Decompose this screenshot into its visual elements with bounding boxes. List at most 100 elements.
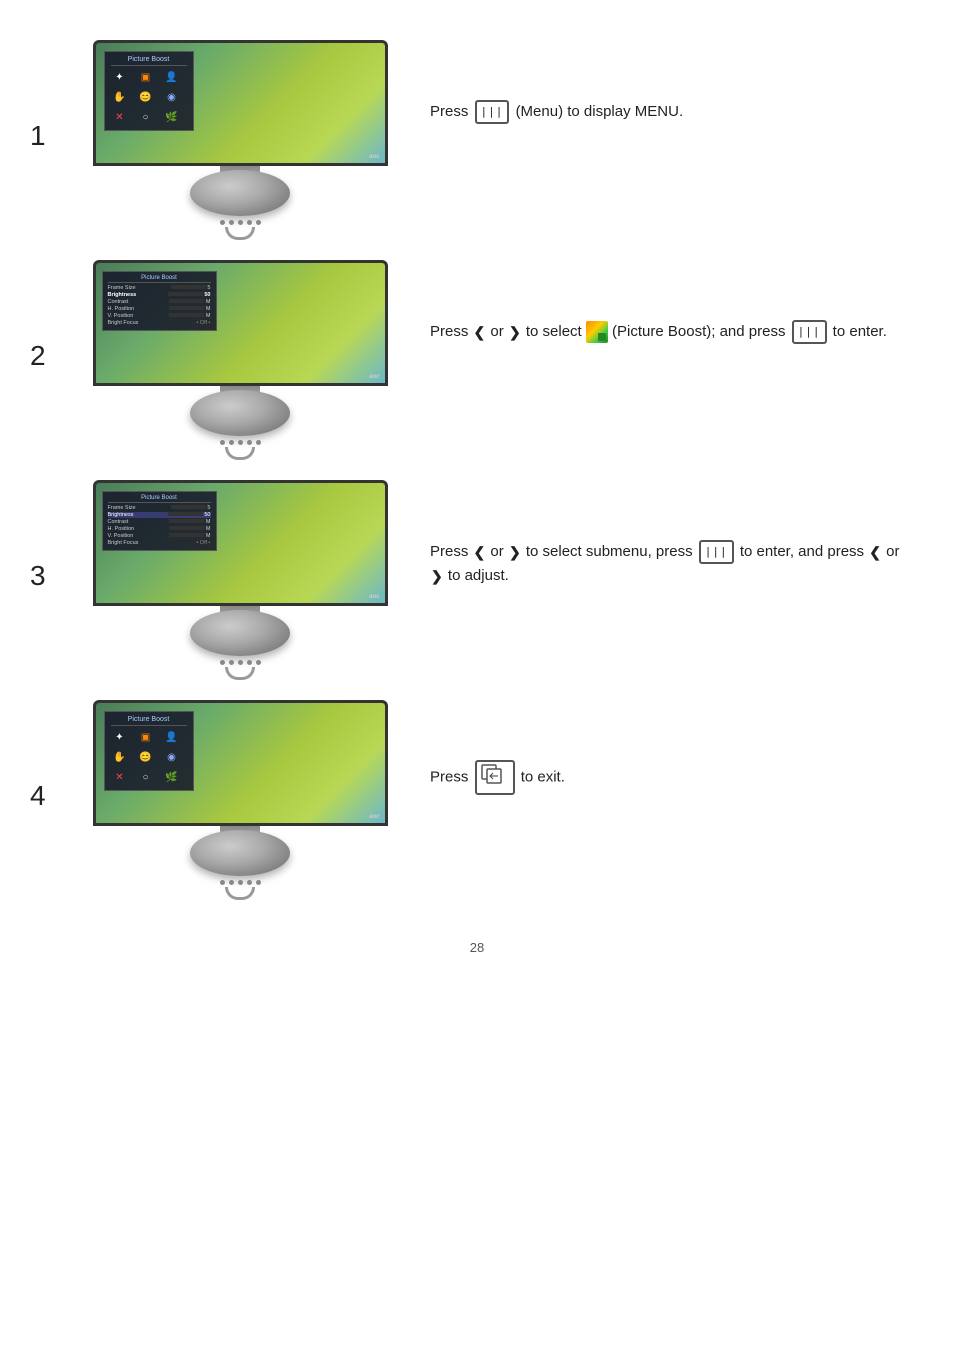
osd-item-hpos-3: H. Position M: [108, 526, 211, 532]
stand-circle-4: [190, 830, 290, 876]
stand-base-2: [180, 400, 300, 460]
osd-icon-face2: ◉: [163, 88, 181, 106]
osd-item-bright-focus: Bright Focus • Off •: [108, 320, 211, 326]
osd-item-brightness-sel: Brightness 50: [108, 512, 211, 518]
inst-picture-boost-2: (Picture Boost); and press: [612, 323, 790, 340]
osd-list-title-2: Picture Boost: [108, 275, 211, 283]
picture-boost-icon: [586, 321, 608, 343]
steps-container: 1 Picture Boost ✦ ▣ 👤: [30, 40, 924, 920]
osd-icon-grid-4: ✦ ▣ 👤 ✋ 😊 ◉ ✕ ○ 🌿: [111, 728, 187, 786]
monitor-screen-3: Picture Boost Frame Size 5 Brightness 50: [96, 483, 385, 603]
chevron-right-icon-3a[interactable]: ❯: [509, 541, 521, 563]
monitor-frame-2: Picture Boost Frame Size 5 Brightness 50: [93, 260, 388, 386]
stand-dot: [247, 220, 252, 225]
aoc-label-2: aoc: [369, 374, 379, 380]
inst-menu-text-1: (Menu) to display MENU.: [516, 103, 684, 120]
osd-icon-hand-4: ✋: [111, 748, 129, 766]
stand-dot: [229, 660, 234, 665]
osd-icon-blue-4: 👤: [163, 728, 181, 746]
monitor-area-2: Picture Boost Frame Size 5 Brightness 50: [80, 260, 400, 460]
osd-title-1: Picture Boost: [111, 56, 187, 66]
monitor-frame-1: Picture Boost ✦ ▣ 👤 ✋ 😊 ◉ ✕ ○: [93, 40, 388, 166]
stand-dots-1: [220, 220, 261, 225]
monitor-4: Picture Boost ✦ ▣ 👤 ✋ 😊 ◉ ✕ ○: [90, 700, 390, 900]
aoc-label-3: aoc: [369, 594, 379, 600]
step-number-3: 3: [30, 480, 80, 592]
osd-title-4: Picture Boost: [111, 716, 187, 726]
chevron-left-icon-3a[interactable]: ❮: [474, 541, 486, 563]
osd-item-vpos: V. Position M: [108, 313, 211, 319]
menu-button-icon-3[interactable]: |||: [699, 540, 734, 564]
stand-circle-3: [190, 610, 290, 656]
menu-button-icon-2[interactable]: |||: [792, 320, 827, 344]
step-row-2: 2 Picture Boost Frame Size 5: [30, 260, 924, 460]
step-number-1: 1: [30, 40, 80, 152]
inst-press-4: Press: [430, 768, 473, 785]
stand-dot: [220, 660, 225, 665]
monitor-screen-4: Picture Boost ✦ ▣ 👤 ✋ 😊 ◉ ✕ ○: [96, 703, 385, 823]
stand-dot: [220, 880, 225, 885]
monitor-frame-4: Picture Boost ✦ ▣ 👤 ✋ 😊 ◉ ✕ ○: [93, 700, 388, 826]
instruction-area-3: Press ❮ or ❯ to select submenu, press ||…: [400, 480, 924, 588]
exit-button-icon[interactable]: [475, 760, 515, 795]
osd-icon-circle: ○: [137, 108, 155, 126]
page-number: 28: [30, 940, 924, 955]
osd-icon-face2-4: ◉: [163, 748, 181, 766]
monitor-area-1: Picture Boost ✦ ▣ 👤 ✋ 😊 ◉ ✕ ○: [80, 40, 400, 240]
osd-item-frame-size: Frame Size 5: [108, 285, 211, 291]
osd-icon-blue: 👤: [163, 68, 181, 86]
step-row-3: 3 Picture Boost Frame Size 5: [30, 480, 924, 680]
osd-icon-x-4: ✕: [111, 768, 129, 786]
osd-item-bright-focus-3: Bright Focus • Off •: [108, 540, 211, 546]
instruction-area-4: Press to exit.: [400, 700, 924, 795]
monitor-area-4: Picture Boost ✦ ▣ 👤 ✋ 😊 ◉ ✕ ○: [80, 700, 400, 900]
chevron-right-icon-2a[interactable]: ❯: [509, 321, 521, 343]
page: 1 Picture Boost ✦ ▣ 👤: [0, 0, 954, 1350]
osd-icon-star: ✦: [111, 68, 129, 86]
osd-icon-x: ✕: [111, 108, 129, 126]
osd-icon-smiley-4: 😊: [137, 748, 155, 766]
monitor-3: Picture Boost Frame Size 5 Brightness 50: [90, 480, 390, 680]
monitor-area-3: Picture Boost Frame Size 5 Brightness 50: [80, 480, 400, 680]
step-row-4: 4 Picture Boost ✦ ▣ 👤 ✋: [30, 700, 924, 900]
stand-dot: [229, 880, 234, 885]
osd-icon-circle-4: ○: [137, 768, 155, 786]
stand-base-3: [180, 620, 300, 680]
osd-icon-star-4: ✦: [111, 728, 129, 746]
stand-hook-1: [225, 227, 255, 240]
chevron-left-icon-3b[interactable]: ❮: [869, 541, 881, 563]
step-number-4: 4: [30, 700, 80, 812]
instruction-area-2: Press ❮ or ❯ to select (Picture Boost); …: [400, 260, 924, 344]
stand-dot: [229, 220, 234, 225]
step-row-1: 1 Picture Boost ✦ ▣ 👤: [30, 40, 924, 240]
monitor-frame-3: Picture Boost Frame Size 5 Brightness 50: [93, 480, 388, 606]
stand-base-4: [180, 840, 300, 900]
chevron-left-icon-2a[interactable]: ❮: [474, 321, 486, 343]
osd-icon-grid-1: ✦ ▣ 👤 ✋ 😊 ◉ ✕ ○ 🌿: [111, 68, 187, 126]
stand-dot: [247, 880, 252, 885]
monitor-1: Picture Boost ✦ ▣ 👤 ✋ 😊 ◉ ✕ ○: [90, 40, 390, 240]
stand-dots-2: [220, 440, 261, 445]
chevron-right-icon-3b[interactable]: ❯: [431, 565, 443, 587]
osd-icon-smiley: 😊: [137, 88, 155, 106]
osd-list-title-3: Picture Boost: [108, 495, 211, 503]
stand-dot: [220, 440, 225, 445]
inst-to-adjust-3: to adjust.: [448, 567, 509, 584]
inst-to-exit-4: to exit.: [521, 768, 565, 785]
osd-item-frame-size-3: Frame Size 5: [108, 505, 211, 511]
stand-dot: [238, 880, 243, 885]
stand-dot: [238, 660, 243, 665]
inst-to-enter-3: to enter, and press: [740, 543, 868, 560]
stand-hook-3: [225, 667, 255, 680]
monitor-2: Picture Boost Frame Size 5 Brightness 50: [90, 260, 390, 460]
exit-svg: [481, 764, 509, 784]
osd-item-brightness-hl: Brightness 50: [108, 292, 211, 298]
inst-press-3: Press: [430, 543, 473, 560]
stand-hook-2: [225, 447, 255, 460]
aoc-label-4: aoc: [369, 814, 379, 820]
inst-press-2: Press: [430, 323, 473, 340]
osd-icon-leaf-4: 🌿: [163, 768, 181, 786]
menu-button-icon-1[interactable]: |||: [475, 100, 510, 124]
inst-press-1: Press: [430, 103, 473, 120]
instruction-text-1: Press ||| (Menu) to display MENU.: [430, 100, 904, 124]
